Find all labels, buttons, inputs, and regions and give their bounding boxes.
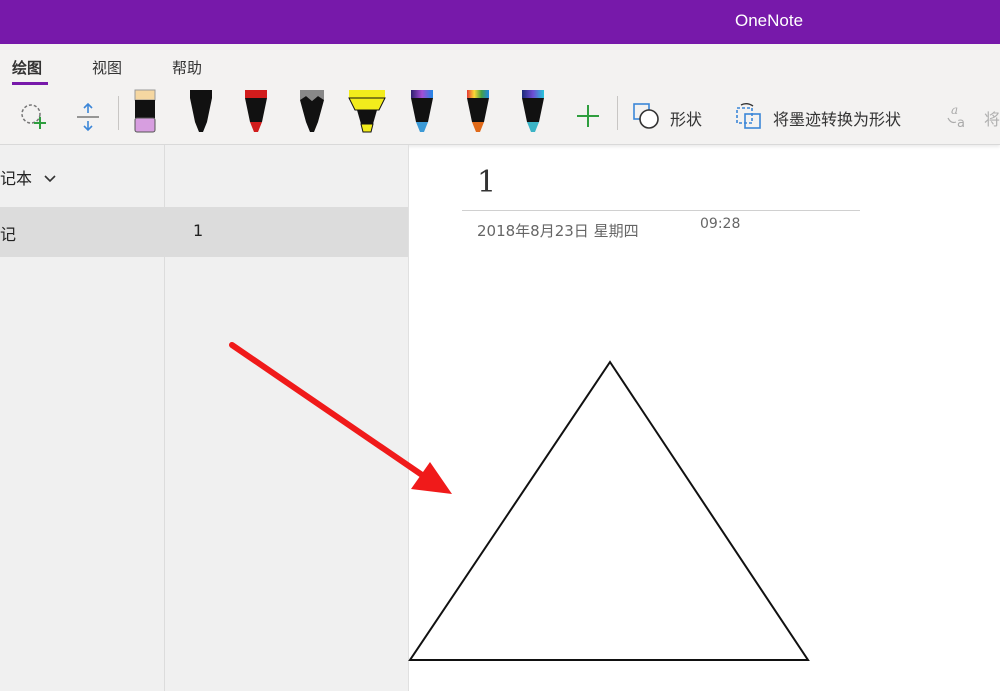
toolbar-separator — [118, 96, 119, 130]
ink-to-text-icon: a a — [947, 103, 965, 131]
lasso-select-button[interactable] — [18, 102, 50, 136]
active-tab-indicator — [12, 82, 48, 85]
shapes-icon — [633, 103, 659, 129]
black-pen-icon — [190, 90, 212, 132]
page-item-label: 1 — [193, 221, 204, 240]
galaxy-pen-button[interactable] — [409, 88, 435, 140]
page-time: 09:28 — [700, 216, 741, 232]
lasso-select-icon — [21, 104, 46, 129]
eraser-button[interactable] — [133, 88, 159, 140]
add-space-icon — [77, 102, 99, 132]
highlighter-icon — [348, 90, 386, 133]
tab-view[interactable]: 视图 — [92, 57, 122, 78]
notebook-selector[interactable]: 记本 — [0, 165, 57, 189]
notebook-name: 记本 — [0, 169, 33, 188]
section-item[interactable]: 记 — [0, 207, 164, 257]
ribbon: 绘图 视图 帮助 形状 将墨迹转换为形状 a a 将 — [0, 44, 1000, 145]
ink-to-text-button[interactable]: 将 — [984, 106, 1000, 130]
shapes-button[interactable]: 形状 — [670, 106, 702, 130]
navigation-pane: 记本 记 1 — [0, 145, 409, 691]
galaxy-pen-icon — [411, 90, 433, 132]
tab-draw[interactable]: 绘图 — [12, 57, 42, 78]
rainbow-pen-icon — [467, 90, 489, 132]
shapes-icon-button[interactable] — [632, 102, 660, 134]
app-title: OneNote — [735, 11, 804, 30]
chevron-down-icon — [44, 175, 56, 183]
title-underline — [462, 210, 860, 211]
eraser-icon — [134, 89, 156, 133]
ink-to-shape-button[interactable]: 将墨迹转换为形状 — [773, 106, 901, 130]
rainbow-pen-button[interactable] — [465, 88, 491, 140]
pen-red-button[interactable] — [243, 88, 269, 140]
page-item[interactable]: 1 — [165, 207, 408, 257]
ocean-pen-icon — [522, 90, 544, 132]
triangle-ink-shape[interactable] — [408, 360, 810, 661]
title-bar: OneNote — [0, 0, 1000, 44]
add-pen-button[interactable] — [575, 103, 601, 133]
pencil-button[interactable] — [298, 88, 326, 140]
page-title[interactable]: 1 — [477, 165, 496, 200]
red-pen-icon — [245, 90, 267, 132]
highlighter-button[interactable] — [347, 88, 387, 140]
tab-help[interactable]: 帮助 — [172, 57, 202, 78]
section-label: 记 — [0, 225, 17, 244]
page-date: 2018年8月23日 星期四 — [477, 222, 639, 240]
add-space-button[interactable] — [74, 102, 102, 136]
ocean-pen-button[interactable] — [520, 88, 546, 140]
ink-to-shape-icon-button[interactable] — [735, 102, 763, 134]
plus-icon — [577, 105, 599, 127]
ink-to-shape-icon — [736, 103, 761, 129]
toolbar-separator — [617, 96, 618, 130]
svg-text:a: a — [951, 103, 958, 117]
pencil-icon — [300, 90, 324, 132]
pen-black-button[interactable] — [188, 88, 214, 140]
svg-text:a: a — [957, 116, 965, 130]
ink-to-text-icon-button[interactable]: a a — [945, 102, 973, 134]
